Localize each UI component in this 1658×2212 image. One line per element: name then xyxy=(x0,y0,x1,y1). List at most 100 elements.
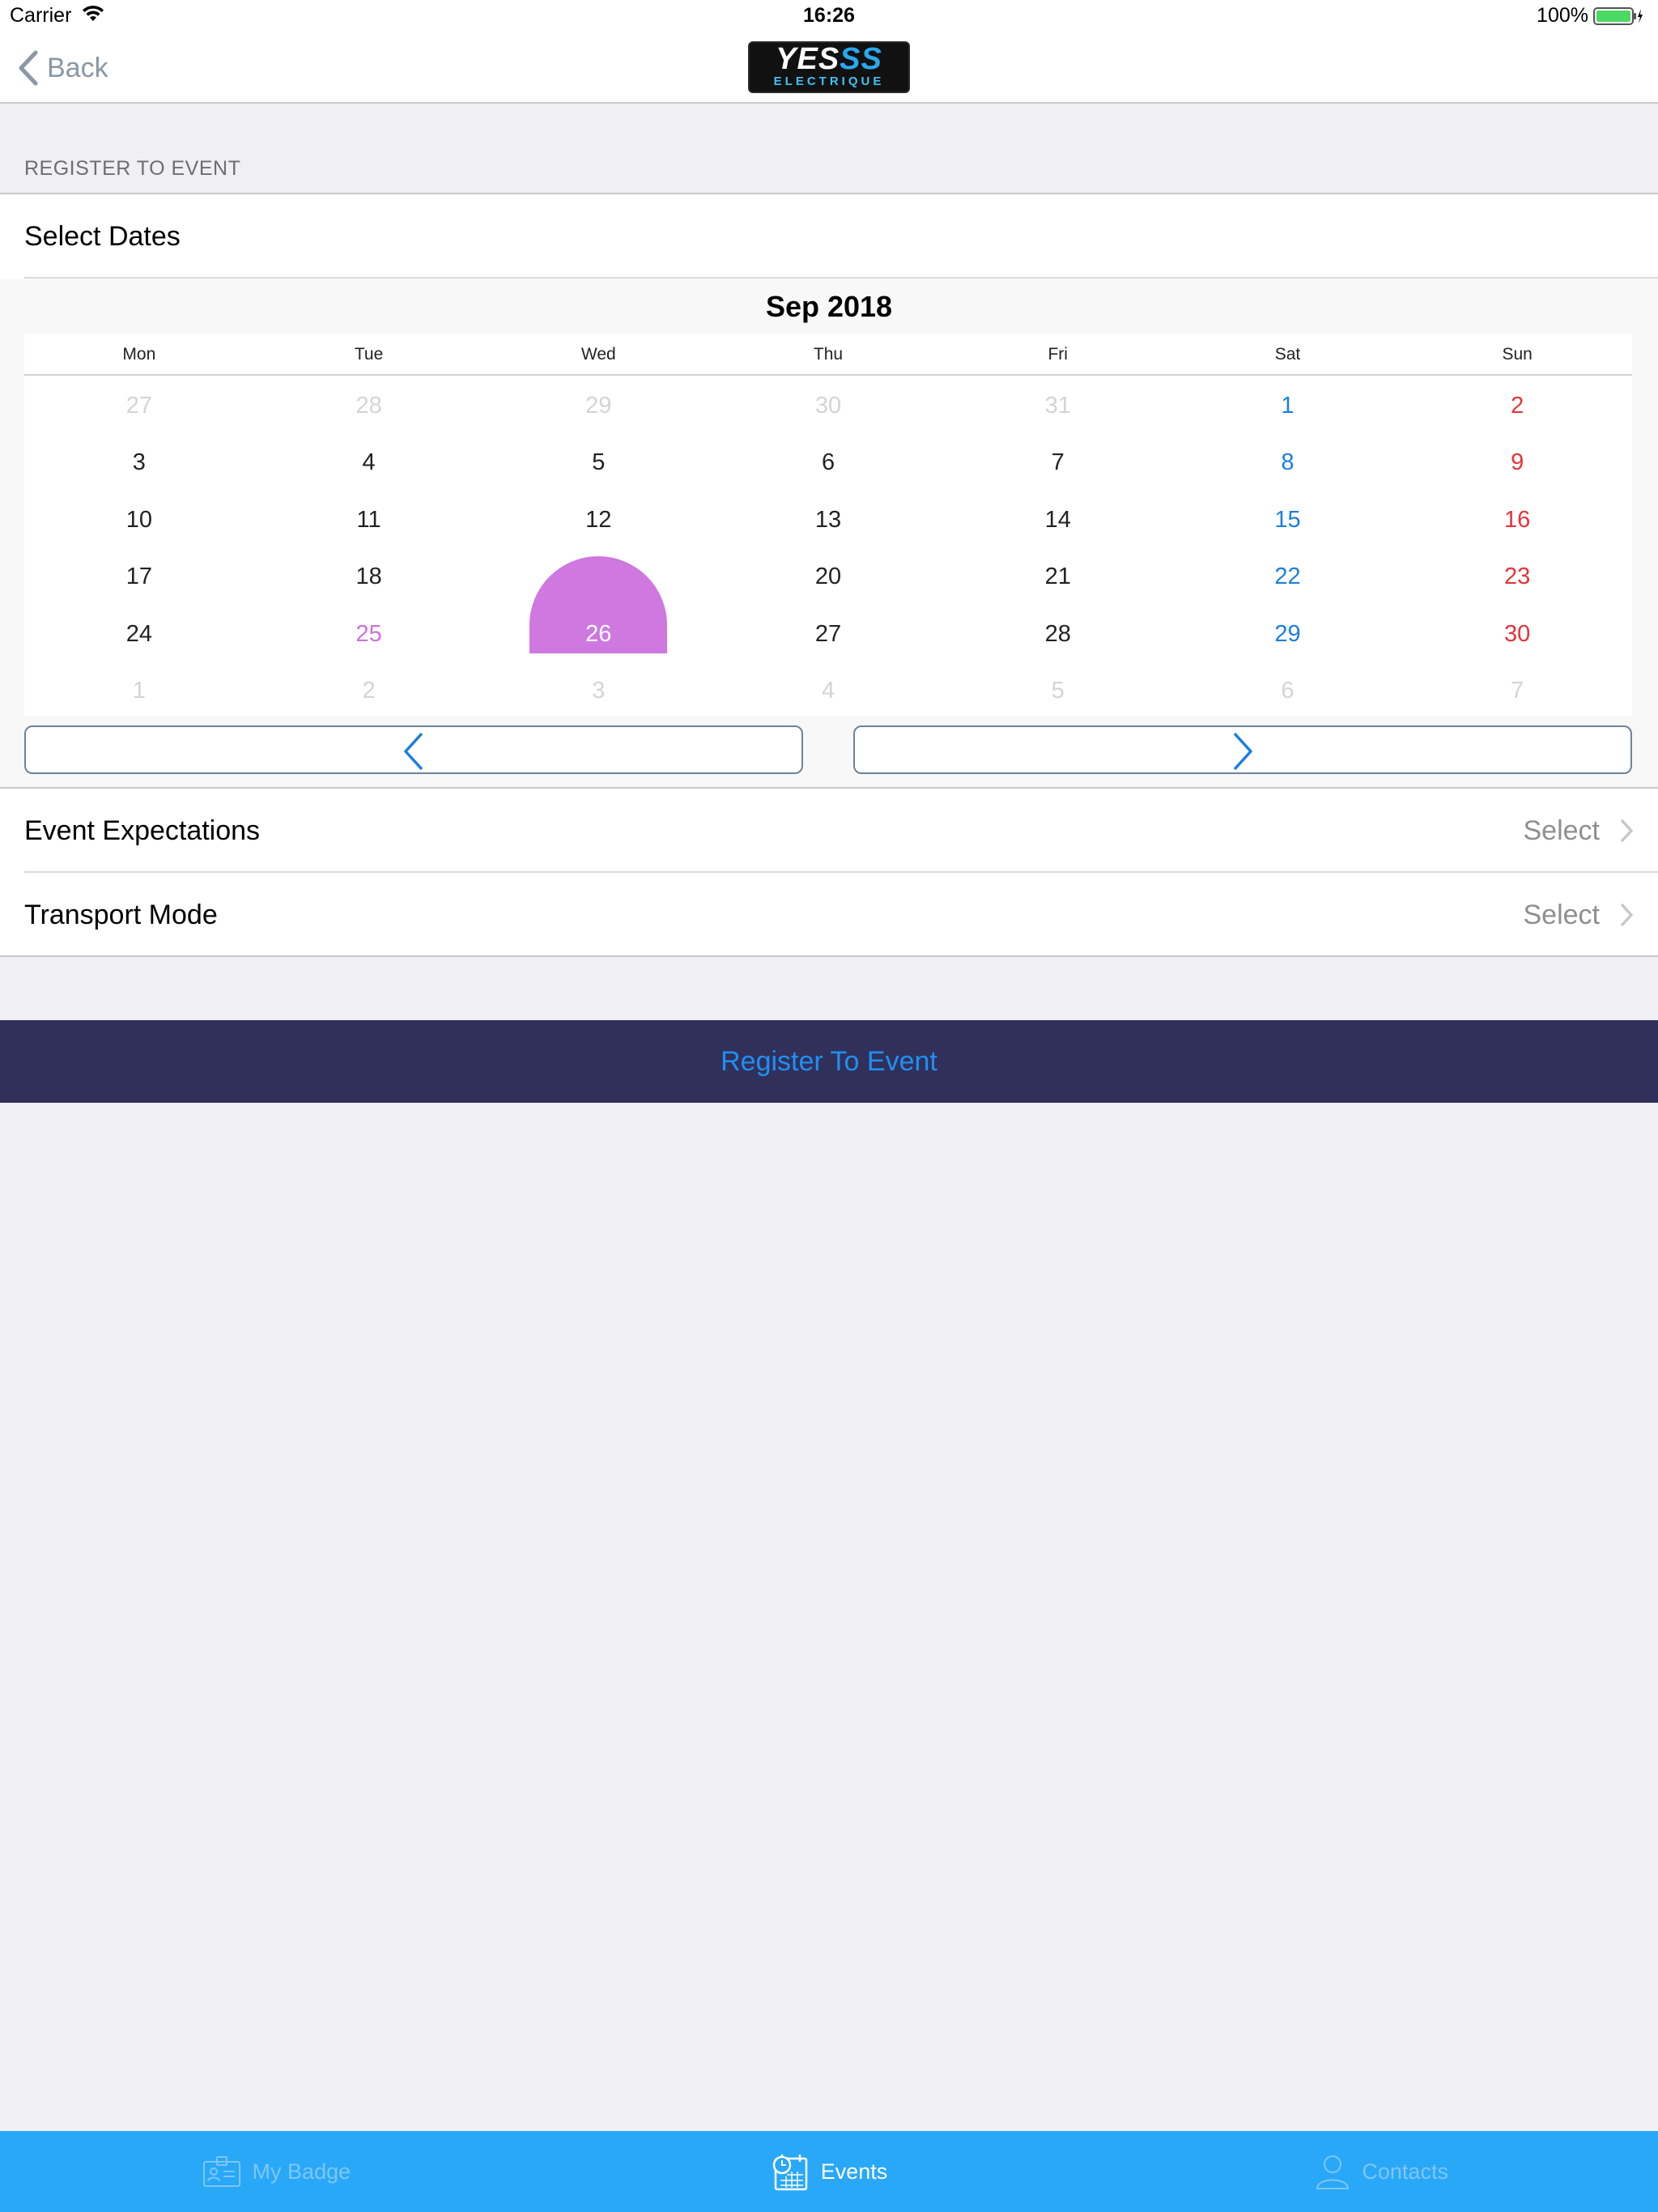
next-month-button[interactable] xyxy=(853,725,1632,774)
tab-bar: My Badge Events Contacts xyxy=(0,2131,1658,2212)
calendar-month-title: Sep 2018 xyxy=(765,290,893,323)
calendar-day[interactable] xyxy=(483,548,713,654)
divider xyxy=(0,955,1658,957)
calendar-day-number: 23 xyxy=(1504,564,1531,590)
calendar-day[interactable]: 30 xyxy=(713,377,943,434)
calendar-day-number: 4 xyxy=(362,449,376,476)
yesss-logo: YESSS ELECTRIQUE xyxy=(748,41,910,93)
calendar-day[interactable]: 1 xyxy=(1173,377,1403,434)
calendar-day-number: 22 xyxy=(1274,564,1301,590)
calendar-day-number: 30 xyxy=(814,393,842,419)
transport-mode-row[interactable]: Transport Mode Select xyxy=(0,873,1658,957)
calendar-day[interactable]: 15 xyxy=(1173,491,1403,548)
tab-label: My Badge xyxy=(252,2159,351,2184)
tab-contacts[interactable]: Contacts xyxy=(1105,2131,1658,2212)
calendar-day[interactable]: 16 xyxy=(1402,491,1632,548)
calendar-day-number: 12 xyxy=(585,506,612,533)
calendar-day[interactable]: 2 xyxy=(254,662,484,719)
calendar-day[interactable]: 24 xyxy=(24,606,254,662)
calendar-day[interactable]: 8 xyxy=(1173,434,1403,491)
calendar-day-number: 6 xyxy=(1281,677,1295,704)
calendar-day-number: 26 xyxy=(585,620,612,647)
calendar-day[interactable]: 3 xyxy=(24,434,254,491)
calendar-day[interactable]: 28 xyxy=(943,606,1173,662)
calendar-day[interactable]: 25 xyxy=(254,606,484,662)
calendar-day[interactable]: 30 xyxy=(1402,606,1632,662)
calendar-day[interactable]: 22 xyxy=(1173,548,1403,605)
calendar-day-number: 3 xyxy=(132,449,146,476)
calendar-day-number: 4 xyxy=(821,677,835,704)
calendar-day-number: 20 xyxy=(814,564,842,590)
calendar-day[interactable]: 5 xyxy=(483,434,713,491)
calendar-day[interactable]: 13 xyxy=(713,491,943,548)
calendar-day[interactable]: 17 xyxy=(24,548,254,605)
calendar-day-number: 24 xyxy=(125,620,152,647)
register-to-event-button[interactable]: Register To Event xyxy=(0,1020,1658,1103)
tab-my-badge[interactable]: My Badge xyxy=(0,2131,553,2212)
calendar-day[interactable]: 14 xyxy=(943,491,1173,548)
calendar-day[interactable]: 1 xyxy=(24,662,254,719)
calendar-day[interactable]: 31 xyxy=(943,377,1173,434)
calendar-day-number: 29 xyxy=(585,393,612,419)
calendar-day[interactable]: 18 xyxy=(254,548,484,605)
calendar-day-number: 21 xyxy=(1044,564,1071,590)
calendar-day-number: 1 xyxy=(1281,393,1295,419)
calendar-day[interactable]: 29 xyxy=(1173,606,1403,662)
back-label: Back xyxy=(47,52,108,83)
select-dates-row: Select Dates xyxy=(0,194,1658,279)
calendar-day[interactable]: 28 xyxy=(254,377,484,434)
calendar-day[interactable]: 21 xyxy=(943,548,1173,605)
calendar-day[interactable]: 20 xyxy=(713,548,943,605)
tab-label: Events xyxy=(820,2159,888,2184)
calendar-day[interactable]: 6 xyxy=(1173,662,1403,719)
calendar-day-number: 1 xyxy=(132,677,146,704)
calendar-day[interactable]: 5 xyxy=(943,662,1173,719)
calendar: Sep 2018 Mon Tue Wed Thu Fri Sat Sun 27 28 29 30 3… xyxy=(0,279,1658,787)
back-button[interactable]: Back xyxy=(18,49,108,87)
calendar-day-number: 3 xyxy=(592,677,606,704)
calendar-day-number: 11 xyxy=(356,506,381,533)
weekday-label: Wed xyxy=(580,345,616,364)
clock: 16:26 xyxy=(803,4,855,27)
chevron-right-icon xyxy=(1621,819,1634,846)
calendar-day[interactable]: 23 xyxy=(1402,548,1632,605)
calendar-day-selected[interactable]: 26 xyxy=(483,606,713,662)
weekday-label: Fri xyxy=(1048,345,1068,364)
calendar-day[interactable]: 7 xyxy=(943,434,1173,491)
tab-label: Contacts xyxy=(1362,2159,1448,2184)
calendar-day[interactable]: 2 xyxy=(1402,377,1632,434)
calendar-body: Mon Tue Wed Thu Fri Sat Sun 27 28 29 30 31 1 2 3 4 5 6 7 8… xyxy=(24,334,1632,716)
calendar-day-number: 5 xyxy=(592,449,606,476)
calendar-day[interactable]: 9 xyxy=(1402,434,1632,491)
calendar-day[interactable]: 27 xyxy=(24,377,254,434)
calendar-day[interactable]: 4 xyxy=(254,434,484,491)
calendar-day-number: 18 xyxy=(355,564,382,590)
navigation-bar: Back YESSS ELECTRIQUE xyxy=(0,32,1658,104)
calendar-day-number: 7 xyxy=(1511,677,1524,704)
calendar-day[interactable]: 6 xyxy=(713,434,943,491)
calendar-day-number: 15 xyxy=(1274,506,1301,533)
calendar-day[interactable]: 11 xyxy=(254,491,484,548)
calendar-day[interactable]: 12 xyxy=(483,491,713,548)
previous-month-button[interactable] xyxy=(24,725,803,774)
calendar-day-number: 2 xyxy=(362,677,376,704)
event-expectations-row[interactable]: Event Expectations Select xyxy=(0,789,1658,873)
calendar-day[interactable]: 27 xyxy=(713,606,943,662)
calendar-day[interactable]: 29 xyxy=(483,377,713,434)
transport-mode-label: Transport Mode xyxy=(24,900,218,930)
calendar-day[interactable]: 10 xyxy=(24,491,254,548)
chevron-right-icon xyxy=(1233,732,1252,771)
calendar-day-number: 6 xyxy=(821,449,835,476)
calendar-day-number: 17 xyxy=(125,564,152,590)
calendar-day-number: 14 xyxy=(1044,506,1071,533)
calendar-day-number: 7 xyxy=(1051,449,1065,476)
tab-events[interactable]: Events xyxy=(553,2131,1106,2212)
calendar-day[interactable]: 4 xyxy=(713,662,943,719)
calendar-day[interactable]: 7 xyxy=(1402,662,1632,719)
section-header: REGISTER TO EVENT xyxy=(24,157,241,180)
calendar-day[interactable]: 3 xyxy=(483,662,713,719)
calendar-week-row: 1 2 3 4 5 6 7 xyxy=(24,662,1632,719)
weekday-label: Thu xyxy=(813,345,844,364)
chevron-left-icon xyxy=(404,732,423,771)
event-expectations-label: Event Expectations xyxy=(24,815,261,846)
